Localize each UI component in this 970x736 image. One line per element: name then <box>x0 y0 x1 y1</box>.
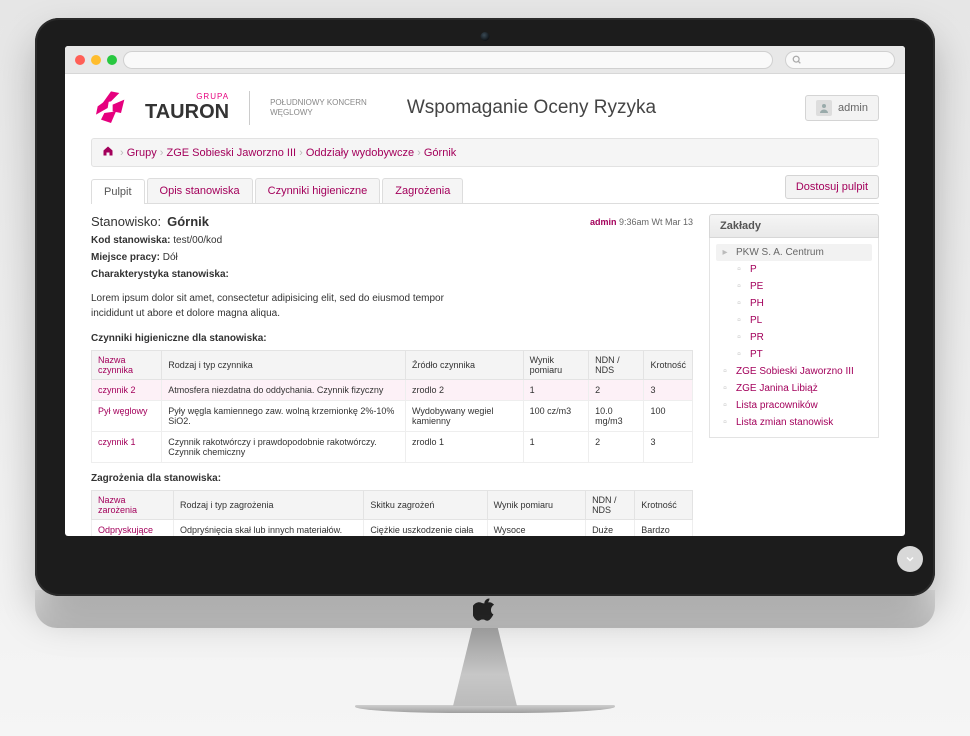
browser-toolbar <box>65 46 905 74</box>
tab-czynniki-higieniczne[interactable]: Czynniki higieniczne <box>255 178 381 203</box>
imac-foot <box>355 705 615 713</box>
scroll-down-icon[interactable] <box>897 546 923 572</box>
breadcrumb: › Grupy › ZGE Sobieski Jaworzno III › Od… <box>91 138 879 167</box>
characteristics-label: Charakterystyka stanowiska: <box>91 269 693 280</box>
file-icon: ▫ <box>734 281 744 292</box>
logo-tagline: POŁUDNIOWY KONCERNWĘGLOWY <box>270 98 367 118</box>
page-header: GRUPA TAURON POŁUDNIOWY KONCERNWĘGLOWY W… <box>91 88 879 128</box>
close-window-icon[interactable] <box>75 55 85 65</box>
tabs-row: PulpitOpis stanowiskaCzynniki higieniczn… <box>91 175 879 204</box>
facility-tree: ▸PKW S. A. Centrum▫P▫PE▫PH▫PL▫PR▫PT▫ZGE … <box>709 238 879 438</box>
table-row[interactable]: czynnik 1Czynnik rakotwórczy i prawdopod… <box>92 432 693 463</box>
folder-icon: ▸ <box>720 247 730 258</box>
browser-search[interactable] <box>785 51 895 69</box>
tree-node[interactable]: ▫P <box>716 261 872 278</box>
sidebar-title: Zakłady <box>709 214 879 238</box>
position-code: Kod stanowiska: test/00/kod <box>91 235 693 246</box>
apple-logo-icon <box>473 597 497 621</box>
tree-node[interactable]: ▫Lista zmian stanowisk <box>716 414 872 431</box>
tree-node[interactable]: ▸PKW S. A. Centrum <box>716 244 872 261</box>
tree-node[interactable]: ▫PT <box>716 346 872 363</box>
tree-node[interactable]: ▫PH <box>716 295 872 312</box>
app-title: Wspomaganie Oceny Ryzyka <box>407 97 791 119</box>
file-icon: ▫ <box>720 400 730 411</box>
file-icon: ▫ <box>734 349 744 360</box>
avatar-icon <box>816 100 832 116</box>
file-icon: ▫ <box>734 332 744 343</box>
camera <box>481 32 490 41</box>
tab-opis-stanowiska[interactable]: Opis stanowiska <box>147 178 253 203</box>
hazard-table: Nazwa zarożeniaRodzaj i typ zagrożeniaSk… <box>91 490 693 536</box>
breadcrumb-link[interactable]: Oddziały wydobywcze <box>306 147 414 159</box>
file-icon: ▫ <box>720 417 730 428</box>
breadcrumb-link[interactable]: ZGE Sobieski Jaworzno III <box>166 147 296 159</box>
tab-zagrożenia[interactable]: Zagrożenia <box>382 178 463 203</box>
workplace: Miejsce pracy: Dół <box>91 252 693 263</box>
table-row[interactable]: czynnik 2Atmosfera niezdatna do oddychan… <box>92 380 693 401</box>
breadcrumb-link[interactable]: Górnik <box>424 147 456 159</box>
file-icon: ▫ <box>720 383 730 394</box>
hygiene-table: Nazwa czynnikaRodzaj i typ czynnikaŹródł… <box>91 350 693 463</box>
address-bar[interactable] <box>123 51 773 69</box>
tree-node[interactable]: ▫ZGE Janina Libiąż <box>716 380 872 397</box>
maximize-window-icon[interactable] <box>107 55 117 65</box>
tab-pulpit[interactable]: Pulpit <box>91 179 145 204</box>
table-row[interactable]: Odpryskujące skałyOdpryśnięcia skał lub … <box>92 520 693 537</box>
table-row[interactable]: Pył węglowyPyły węgla kamiennego zaw. wo… <box>92 401 693 432</box>
tauron-logo-icon <box>91 88 131 128</box>
tauron-logo-text: GRUPA TAURON <box>145 93 229 122</box>
user-menu[interactable]: admin <box>805 95 879 121</box>
file-icon: ▫ <box>734 298 744 309</box>
tree-node[interactable]: ▫ZGE Sobieski Jaworzno III <box>716 363 872 380</box>
minimize-window-icon[interactable] <box>91 55 101 65</box>
hazard-heading: Zagrożenia dla stanowiska: <box>91 473 693 484</box>
tree-node[interactable]: ▫PL <box>716 312 872 329</box>
hygiene-heading: Czynniki higieniczne dla stanowiska: <box>91 333 693 344</box>
file-icon: ▫ <box>734 264 744 275</box>
home-icon[interactable] <box>102 145 114 160</box>
file-icon: ▫ <box>734 315 744 326</box>
characteristics-text: Lorem ipsum dolor sit amet, consectetur … <box>91 292 471 321</box>
tree-node[interactable]: ▫PR <box>716 329 872 346</box>
customize-dashboard-button[interactable]: Dostosuj pulpit <box>785 175 879 199</box>
tree-node[interactable]: ▫PE <box>716 278 872 295</box>
file-icon: ▫ <box>720 366 730 377</box>
breadcrumb-link[interactable]: Grupy <box>127 147 157 159</box>
imac-stand <box>405 628 565 706</box>
tree-node[interactable]: ▫Lista pracowników <box>716 397 872 414</box>
